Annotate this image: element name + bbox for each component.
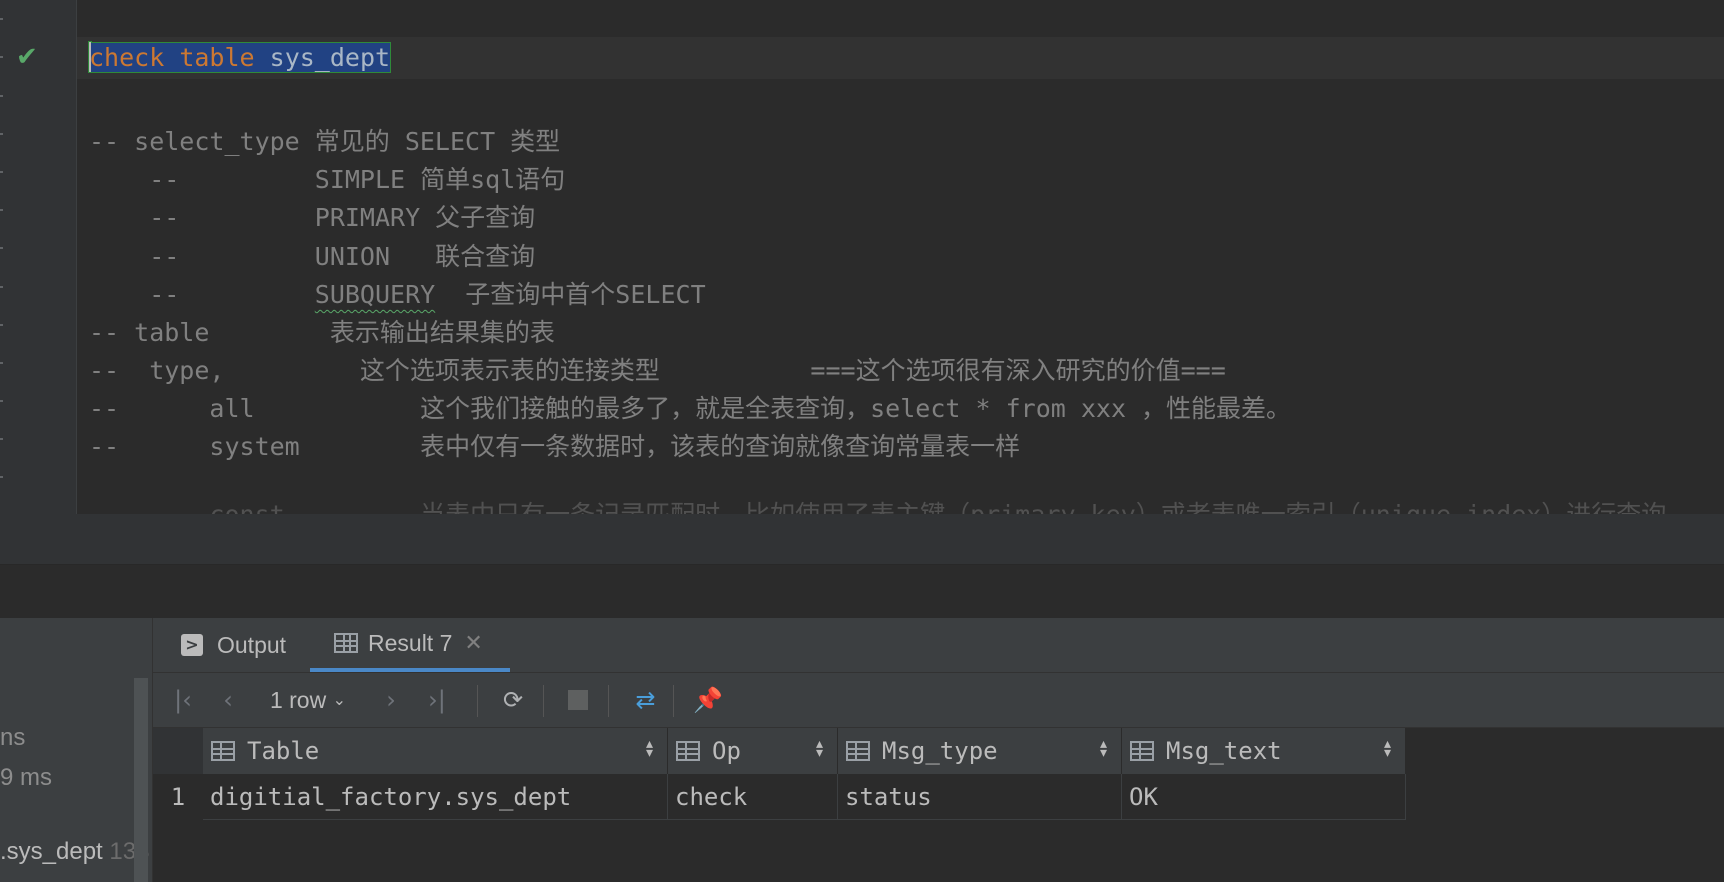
comment-line: -- SIMPLE 简单sql语句 [89, 165, 566, 194]
stop-icon[interactable] [553, 673, 603, 727]
comment-line-subquery: -- SUBQUERY 子查询中首个SELECT [89, 274, 706, 316]
row-number: 1 [170, 783, 186, 811]
next-page-icon[interactable]: › [371, 673, 411, 727]
services-panel[interactable]: ns 9 ms .sys_dept 138 [0, 618, 153, 882]
column-header-label: Msg_text [1166, 737, 1282, 765]
column-header[interactable]: Table ▴ ▾ [203, 728, 668, 774]
column-header[interactable]: Op ▴ ▾ [668, 728, 838, 774]
comment-line: -- UNION 联合查询 [89, 242, 536, 271]
service-duration: ns [0, 724, 26, 751]
sql-editor[interactable]: ✔ check table sys_dept -- select_type 常见… [0, 0, 1724, 514]
comment-line: -- type, 这个选项表示表的连接类型 ===这个选项很有深入研究的价值==… [89, 356, 1226, 385]
column-header[interactable]: Msg_text ▴ ▾ [1122, 728, 1406, 774]
toolbar-separator [608, 685, 609, 717]
pin-icon[interactable]: 📌 [683, 673, 733, 727]
tab-label: Result 7 [368, 629, 453, 656]
sort-icon[interactable]: ▴ ▾ [646, 737, 653, 760]
last-page-icon[interactable]: ›| [417, 673, 457, 727]
results-tabbar: > Output Result 7 ✕ [153, 618, 1724, 673]
comment-line: -- system 表中仅有一条数据时，该表的查询就像查询常量表一样 [89, 432, 1021, 461]
column-header[interactable]: Msg_type ▴ ▾ [838, 728, 1122, 774]
sort-icon[interactable]: ▴ ▾ [1384, 737, 1391, 760]
service-tree-node[interactable]: .sys_dept 138 [0, 838, 149, 866]
column-header-label: Op [712, 737, 741, 765]
grid-corner [153, 728, 203, 774]
column-icon [846, 741, 870, 761]
column-icon [676, 741, 700, 761]
services-scrollbar[interactable] [134, 678, 148, 882]
selected-statement[interactable]: check table sys_dept [87, 42, 392, 73]
comment-line-clipped: -- const 当表中只有一条记录匹配时，比如使用了表主键（primary k… [89, 494, 1666, 514]
comment-rest: 子查询中首个SELECT [435, 280, 706, 309]
sort-icon[interactable]: ▴ ▾ [816, 737, 823, 760]
results-panel[interactable]: > Output Result 7 ✕ |‹ ‹ 1 row ⌄ › ›| ⟳ … [153, 618, 1724, 882]
service-node-label: .sys_dept [0, 838, 103, 865]
console-icon: > [181, 634, 203, 656]
row-count-label: 1 row [269, 686, 327, 713]
toolbar-separator [673, 685, 674, 717]
sort-icon[interactable]: ▴ ▾ [1100, 737, 1107, 760]
editor-status-strip [0, 514, 1724, 565]
close-icon[interactable]: ✕ [464, 631, 482, 656]
column-header-label: Msg_type [882, 737, 998, 765]
code-line-check[interactable]: check table sys_dept [87, 37, 392, 79]
comment-line: -- all 这个我们接触的最多了，就是全表查询，select * from x… [89, 394, 1292, 423]
comment-line: -- PRIMARY 父子查询 [89, 203, 536, 232]
table-cell[interactable]: check [668, 774, 838, 820]
toolbar-separator [477, 685, 478, 717]
tab-label: Output [217, 631, 287, 658]
column-header-label: Table [247, 737, 320, 765]
editor-gutter: ✔ [0, 0, 76, 514]
column-icon [1130, 741, 1154, 761]
panel-spacer [0, 565, 1724, 618]
previous-page-icon[interactable]: ‹ [208, 673, 248, 727]
results-toolbar: |‹ ‹ 1 row ⌄ › ›| ⟳ ⇄ 📌 [153, 673, 1724, 728]
chevron-down-icon: ⌄ [332, 692, 347, 709]
keyword-table: table [179, 43, 255, 72]
row-count-dropdown[interactable]: 1 row ⌄ [258, 673, 358, 727]
compare-icon[interactable]: ⇄ [618, 673, 673, 727]
column-icon [211, 741, 235, 761]
table-cell[interactable]: OK [1122, 774, 1406, 820]
table-icon [334, 633, 358, 653]
comment-line: -- table 表示输出结果集的表 [89, 318, 555, 347]
comment-prefix: -- [89, 280, 315, 309]
checkmark-icon: ✔ [16, 42, 38, 72]
toolbar-separator [543, 685, 544, 717]
first-page-icon[interactable]: |‹ [163, 673, 203, 727]
tab-output[interactable]: > Output [181, 618, 313, 672]
spellcheck-word: SUBQUERY [314, 280, 436, 309]
table-cell[interactable]: status [838, 774, 1122, 820]
table-cell[interactable]: digitial_factory.sys_dept [203, 774, 668, 820]
refresh-icon[interactable]: ⟳ [488, 673, 538, 727]
comment-line: -- select_type 常见的 SELECT 类型 [89, 127, 561, 156]
table-identifier: sys_dept [269, 43, 391, 72]
tab-result[interactable]: Result 7 ✕ [310, 618, 510, 672]
keyword-check: check [89, 43, 165, 72]
service-duration: 9 ms [0, 764, 53, 791]
